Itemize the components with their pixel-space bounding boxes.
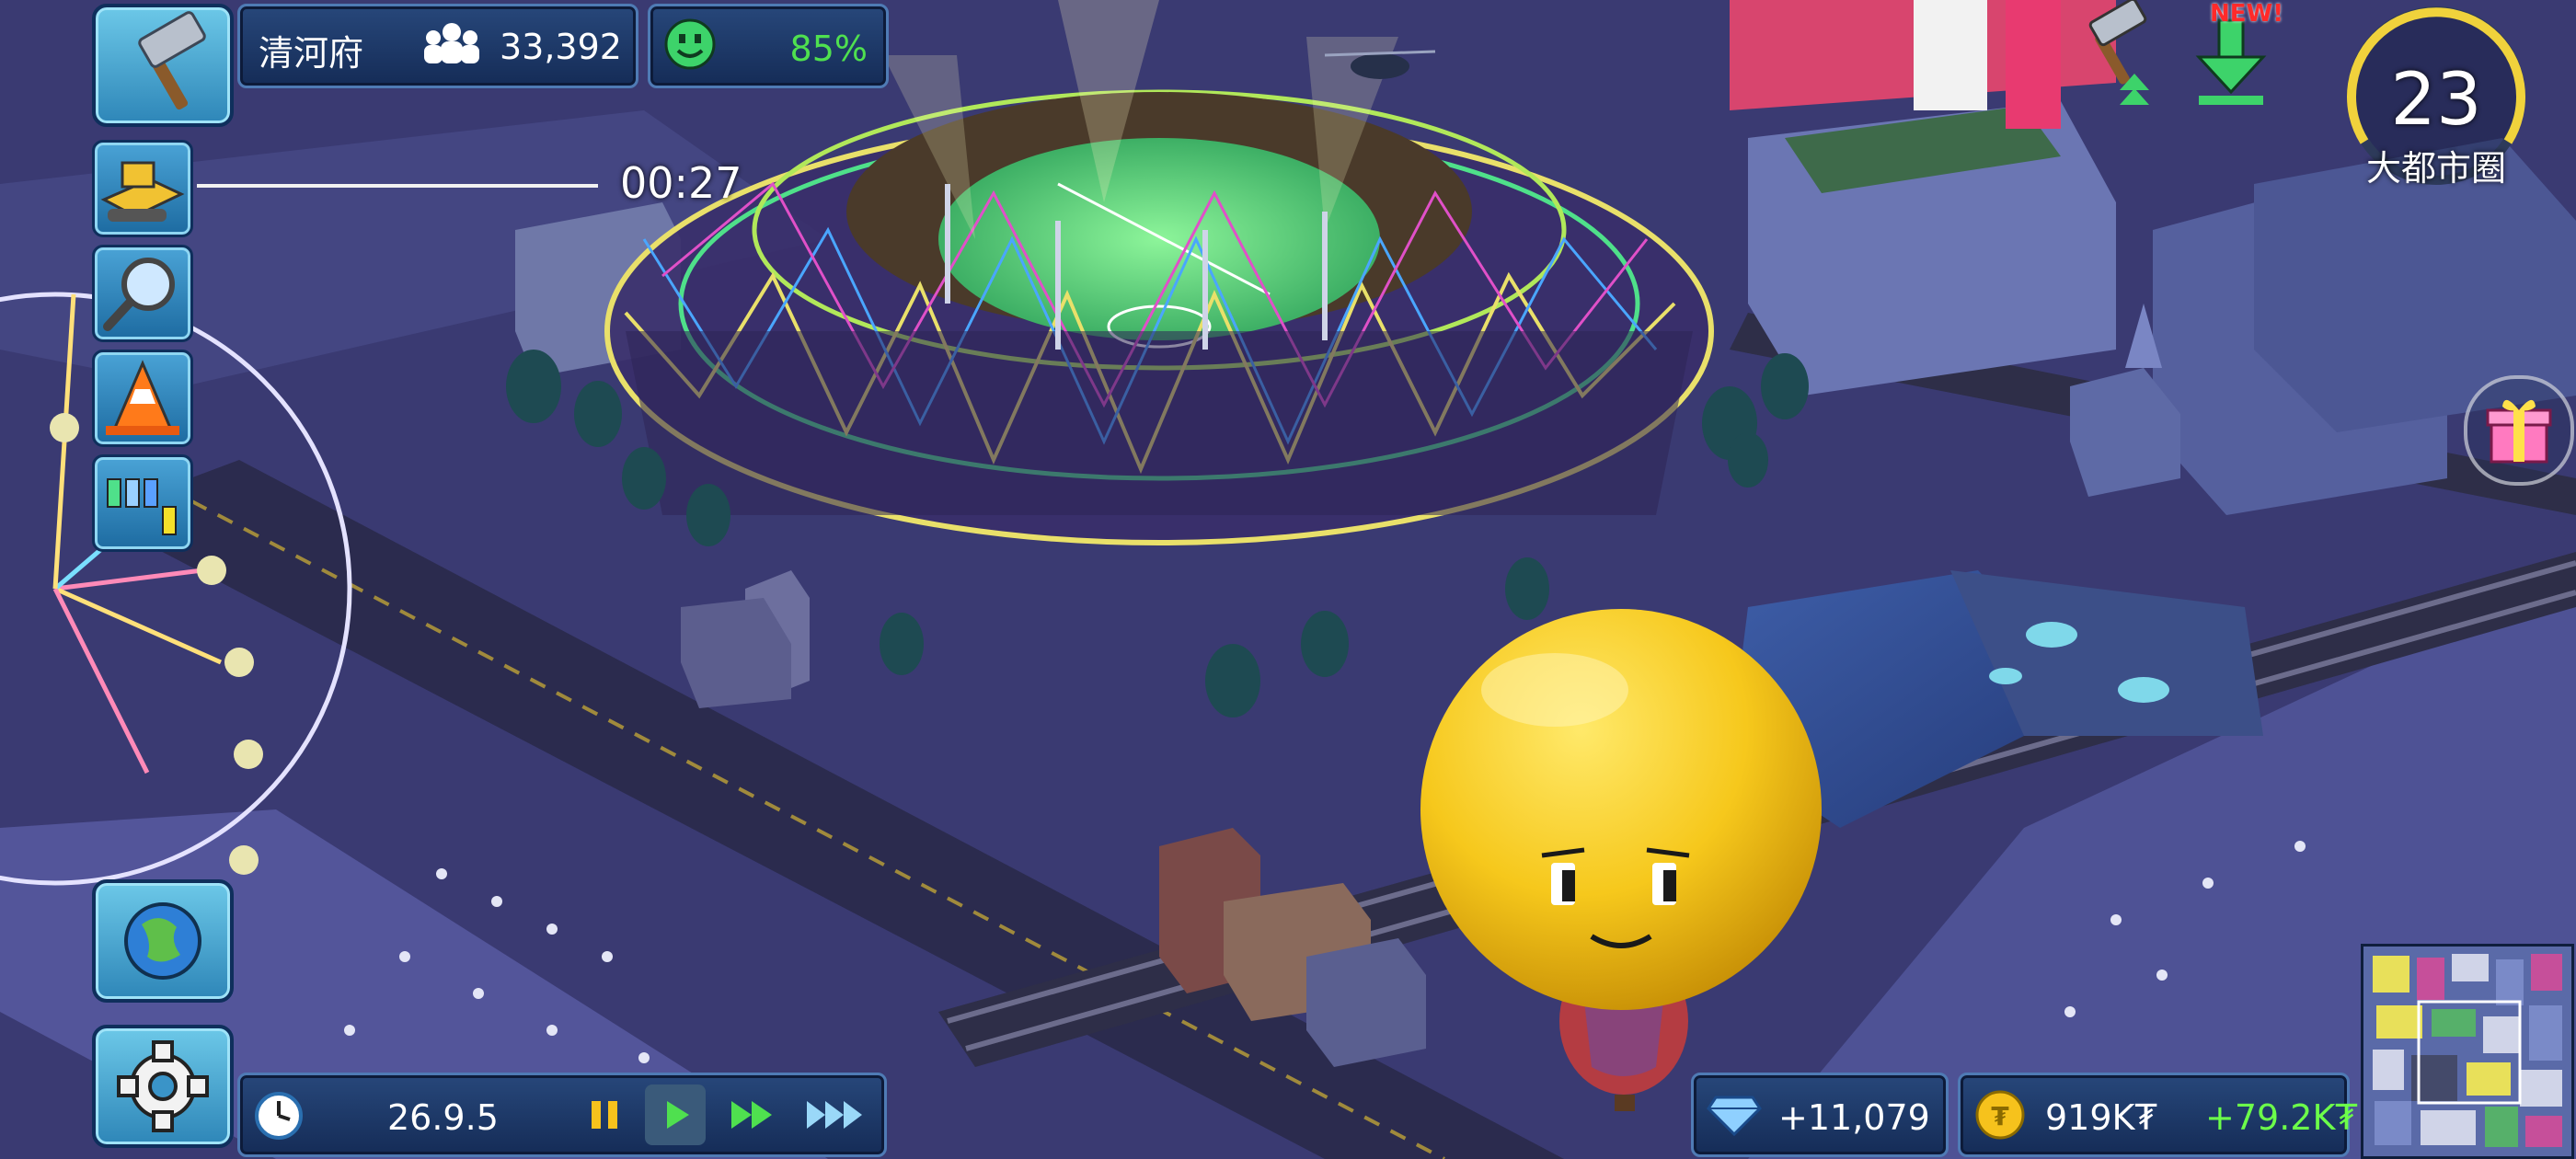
pause-icon <box>592 1101 617 1129</box>
neon-sign <box>1914 0 1987 110</box>
fountain <box>1989 668 2022 684</box>
roads-button[interactable] <box>92 350 193 447</box>
city-name: 清河府 <box>259 33 364 74</box>
inspect-button[interactable] <box>92 245 193 342</box>
time-control-panel[interactable]: 26.9.5 <box>237 1073 887 1157</box>
fastest-forward-icon <box>807 1101 862 1129</box>
people-icon <box>424 23 479 63</box>
money-income: +79.2K₮ <box>2205 1097 2358 1138</box>
world-button[interactable] <box>92 879 234 1003</box>
level-title: 大都市圈 <box>2365 148 2506 189</box>
coin-icon: ₮ <box>1975 1090 2025 1140</box>
level-indicator[interactable]: 23 大都市圈 <box>2344 4 2528 189</box>
build-button[interactable] <box>92 4 234 127</box>
event-timer-line <box>197 184 598 188</box>
money-panel[interactable]: ₮ 919K₮ +79.2K₮ <box>1958 1073 2358 1157</box>
minimap-tiles <box>2373 954 2562 1147</box>
cone-icon <box>106 360 179 435</box>
minimap[interactable] <box>2361 944 2574 1159</box>
population-count: 33,392 <box>500 27 622 67</box>
money-balance: 919K₮ <box>2045 1097 2157 1138</box>
game-date: 26.9.5 <box>387 1097 499 1138</box>
bar-chart-icon <box>107 478 177 535</box>
neon-sign <box>2006 0 2061 129</box>
upgrade-button[interactable] <box>2070 0 2158 112</box>
event-timer: 00:27 <box>620 158 742 208</box>
play-icon <box>667 1101 689 1129</box>
city-info-panel[interactable]: 清河府 33,392 <box>237 4 638 88</box>
city-scene[interactable] <box>0 0 2576 1159</box>
bulldoze-button[interactable] <box>92 140 193 237</box>
level-number: 23 <box>2390 59 2482 142</box>
gift-icon <box>2486 399 2552 464</box>
diamond-count: +11,079 <box>1778 1097 1930 1138</box>
gear-icon <box>117 1040 209 1132</box>
fast-forward-icon <box>731 1101 772 1129</box>
new-badge: NEW! <box>2210 0 2284 28</box>
stats-button[interactable] <box>92 454 193 552</box>
mascot-ball[interactable] <box>1420 609 1822 1010</box>
settings-button[interactable] <box>92 1025 234 1148</box>
pause-button[interactable] <box>579 1088 634 1142</box>
hammer-icon <box>138 11 206 110</box>
diamond-panel[interactable]: +11,079 <box>1691 1073 1949 1157</box>
fast-forward-button[interactable] <box>722 1088 783 1142</box>
smiley-icon <box>664 18 716 70</box>
globe-icon <box>124 902 201 980</box>
bulldozer-icon <box>100 161 185 222</box>
fastest-forward-button[interactable] <box>801 1088 873 1142</box>
happiness-panel[interactable]: 85% <box>648 4 889 88</box>
fountain <box>2118 677 2169 703</box>
fountain <box>2026 622 2077 648</box>
diamond-icon <box>1707 1096 1762 1137</box>
magnifier-icon <box>103 258 175 331</box>
play-button[interactable] <box>645 1084 706 1145</box>
house <box>1306 938 1426 1067</box>
svg-text:₮: ₮ <box>1991 1101 2009 1131</box>
download-button[interactable]: NEW! <box>2180 0 2284 112</box>
hammer-upgrade-icon <box>2088 0 2149 105</box>
happiness-value: 85% <box>789 29 868 69</box>
clock-icon <box>255 1092 303 1140</box>
gift-button[interactable] <box>2464 375 2574 486</box>
